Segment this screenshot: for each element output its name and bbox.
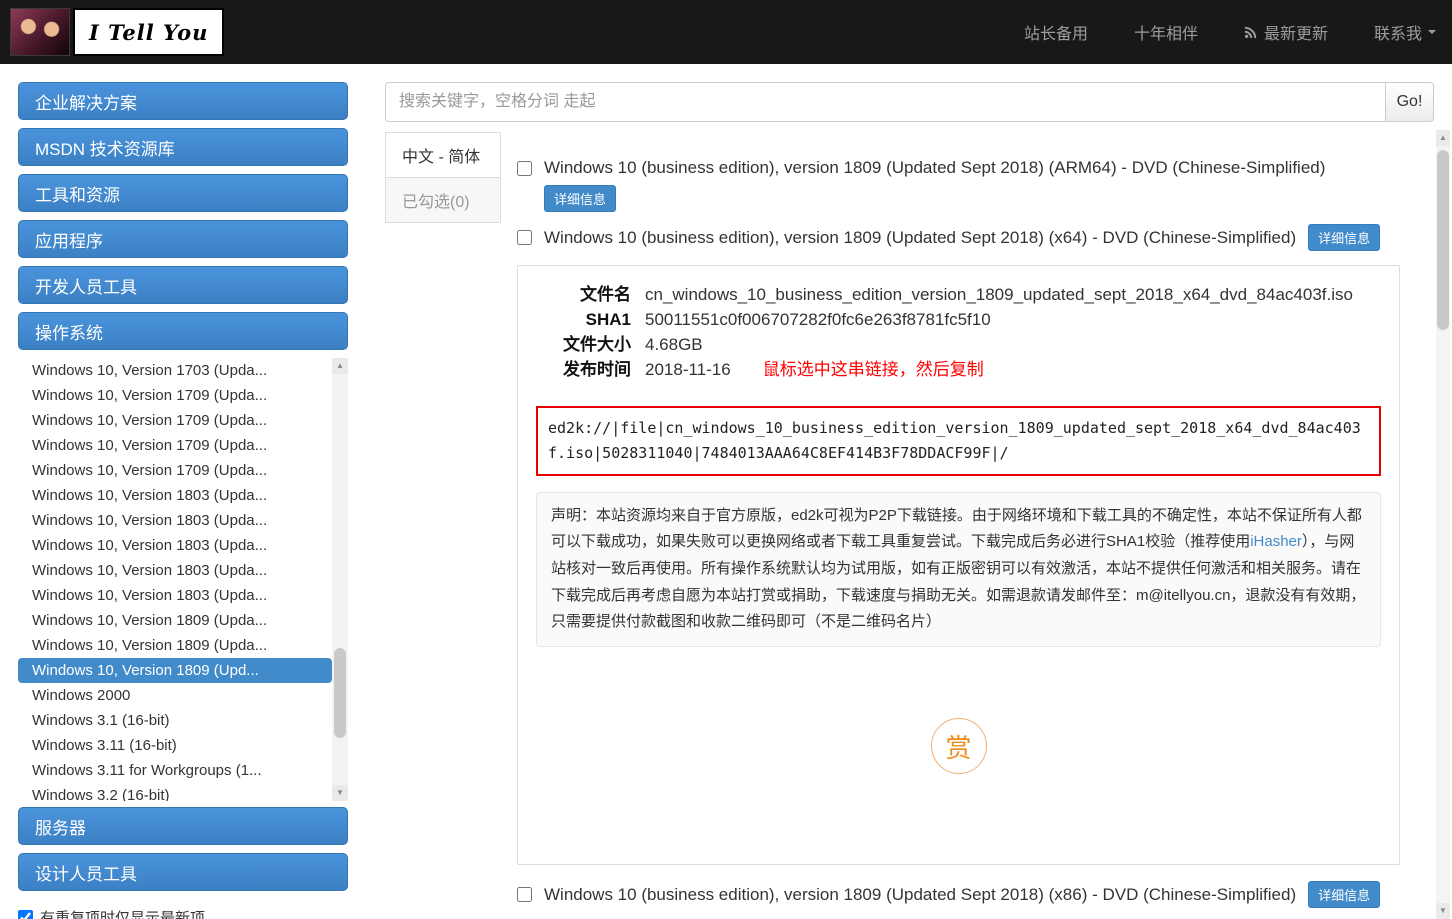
search-bar: Go! bbox=[385, 82, 1434, 122]
copy-hint-text: 鼠标选中这串链接，然后复制 bbox=[763, 357, 984, 382]
os-list-item[interactable]: Windows 10, Version 1709 (Upda... bbox=[18, 433, 332, 458]
os-list-item[interactable]: Windows 3.1 (16-bit) bbox=[18, 708, 332, 733]
os-list-item[interactable]: Windows 10, Version 1709 (Upda... bbox=[18, 408, 332, 433]
result-row-x86: Windows 10 (business edition), version 1… bbox=[517, 881, 1434, 908]
result-row-x64: Windows 10 (business edition), version 1… bbox=[517, 224, 1434, 251]
dedup-filter[interactable]: 有重复项时仅显示最新项 bbox=[18, 907, 348, 919]
sidebar-item-developer-tools[interactable]: 开发人员工具 bbox=[18, 266, 348, 304]
sidebar-item-enterprise-solutions[interactable]: 企业解决方案 bbox=[18, 82, 348, 120]
page-scrollbar[interactable]: ▲ ▼ bbox=[1436, 130, 1450, 919]
os-list-item[interactable]: Windows 10, Version 1803 (Upda... bbox=[18, 508, 332, 533]
content-row: 中文 - 简体 已勾选(0) Windows 10 (business edit… bbox=[385, 132, 1434, 908]
os-list-item[interactable]: Windows 10, Version 1703 (Upda... bbox=[18, 358, 332, 383]
field-value: cn_windows_10_business_edition_version_1… bbox=[645, 282, 1353, 307]
ihasher-link[interactable]: iHasher bbox=[1250, 533, 1302, 550]
nav-link-webmaster-backup[interactable]: 站长备用 bbox=[1024, 20, 1088, 44]
field-label: 文件名 bbox=[536, 282, 631, 307]
sidebar-item-servers[interactable]: 服务器 bbox=[18, 807, 348, 845]
nav-links: 站长备用 十年相伴 最新更新 联系我 bbox=[1024, 0, 1436, 64]
result-checkbox[interactable] bbox=[517, 161, 532, 176]
result-title: Windows 10 (business edition), version 1… bbox=[544, 228, 1296, 248]
main-content: Go! 中文 - 简体 已勾选(0) Windows 10 (business … bbox=[385, 82, 1434, 908]
os-version-list: Windows 10, Version 1703 (Upda... Window… bbox=[18, 358, 348, 801]
sidebar-item-applications[interactable]: 应用程序 bbox=[18, 220, 348, 258]
sidebar-item-tools-resources[interactable]: 工具和资源 bbox=[18, 174, 348, 212]
scroll-up-arrow-icon[interactable]: ▲ bbox=[1436, 130, 1450, 146]
search-input[interactable] bbox=[385, 82, 1386, 122]
search-go-button[interactable]: Go! bbox=[1386, 82, 1434, 122]
details-button[interactable]: 详细信息 bbox=[1308, 224, 1380, 251]
page-scrollbar-thumb[interactable] bbox=[1437, 150, 1449, 330]
os-list-item[interactable]: Windows 10, Version 1803 (Upda... bbox=[18, 533, 332, 558]
disclaimer-text: 声明：本站资源均来自于官方原版，ed2k可视为P2P下载链接。由于网络环境和下载… bbox=[551, 507, 1362, 551]
field-label: 发布时间 bbox=[536, 357, 631, 382]
caret-down-icon bbox=[1428, 30, 1436, 34]
result-title: Windows 10 (business edition), version 1… bbox=[544, 885, 1296, 905]
tab-chinese-simplified[interactable]: 中文 - 简体 bbox=[385, 132, 501, 178]
dedup-checkbox[interactable] bbox=[18, 910, 33, 919]
sidebar-item-msdn-library[interactable]: MSDN 技术资源库 bbox=[18, 128, 348, 166]
disclaimer-box: 声明：本站资源均来自于官方原版，ed2k可视为P2P下载链接。由于网络环境和下载… bbox=[536, 492, 1381, 647]
scroll-down-arrow-icon[interactable]: ▼ bbox=[1436, 903, 1450, 919]
scroll-down-arrow-icon[interactable]: ▼ bbox=[332, 785, 348, 801]
detail-panel: 文件名 cn_windows_10_business_edition_versi… bbox=[517, 265, 1400, 865]
top-navbar: I Tell You 站长备用 十年相伴 最新更新 联系我 bbox=[0, 0, 1452, 64]
os-list-item[interactable]: Windows 3.11 (16-bit) bbox=[18, 733, 332, 758]
nav-link-ten-years[interactable]: 十年相伴 bbox=[1134, 20, 1198, 44]
field-value: 4.68GB bbox=[645, 332, 703, 357]
os-list-item[interactable]: Windows 3.11 for Workgroups (1... bbox=[18, 758, 332, 783]
language-tabs: 中文 - 简体 已勾选(0) bbox=[385, 132, 501, 223]
details-button[interactable]: 详细信息 bbox=[1308, 881, 1380, 908]
brand[interactable]: I Tell You bbox=[10, 8, 224, 56]
field-label: 文件大小 bbox=[536, 332, 631, 357]
rss-icon bbox=[1244, 25, 1258, 39]
os-list-item[interactable]: Windows 10, Version 1709 (Upda... bbox=[18, 458, 332, 483]
field-value: 2018-11-16 bbox=[645, 357, 731, 382]
nav-link-contact-me-label: 联系我 bbox=[1374, 20, 1422, 44]
os-list-item[interactable]: Windows 10, Version 1803 (Upda... bbox=[18, 483, 332, 508]
ed2k-link-box[interactable]: ed2k://|file|cn_windows_10_business_edit… bbox=[536, 406, 1381, 476]
os-list-item[interactable]: Windows 3.2 (16-bit) bbox=[18, 783, 332, 801]
details-button[interactable]: 详细信息 bbox=[544, 185, 616, 212]
field-filename: 文件名 cn_windows_10_business_edition_versi… bbox=[536, 282, 1381, 307]
sidebar: 企业解决方案 MSDN 技术资源库 工具和资源 应用程序 开发人员工具 操作系统… bbox=[18, 82, 348, 919]
os-list-scrollbar-thumb[interactable] bbox=[334, 648, 346, 738]
field-value: 50011551c0f006707282f0fc6e263f8781fc5f10 bbox=[645, 307, 991, 332]
scroll-up-arrow-icon[interactable]: ▲ bbox=[332, 358, 348, 374]
os-list-item[interactable]: Windows 10, Version 1809 (Upda... bbox=[18, 633, 332, 658]
field-filesize: 文件大小 4.68GB bbox=[536, 332, 1381, 357]
donate-button[interactable]: 赏 bbox=[931, 718, 987, 774]
result-checkbox[interactable] bbox=[517, 887, 532, 902]
results-list: Windows 10 (business edition), version 1… bbox=[517, 132, 1434, 908]
result-arm64-actions: 详细信息 bbox=[544, 185, 1434, 212]
field-release-date: 发布时间 2018-11-16 鼠标选中这串链接，然后复制 bbox=[536, 357, 1381, 382]
brand-text: I Tell You bbox=[89, 20, 208, 45]
sidebar-item-designer-tools[interactable]: 设计人员工具 bbox=[18, 853, 348, 891]
ed2k-link[interactable]: ed2k://|file|cn_windows_10_business_edit… bbox=[548, 416, 1369, 466]
nav-link-latest-updates-label: 最新更新 bbox=[1264, 20, 1328, 44]
nav-link-contact-me[interactable]: 联系我 bbox=[1374, 20, 1436, 44]
os-list-item[interactable]: Windows 2000 bbox=[18, 683, 332, 708]
sidebar-item-operating-systems[interactable]: 操作系统 bbox=[18, 312, 348, 350]
result-title: Windows 10 (business edition), version 1… bbox=[544, 158, 1325, 178]
logo-image[interactable] bbox=[10, 8, 70, 56]
nav-link-latest-updates[interactable]: 最新更新 bbox=[1244, 20, 1328, 44]
os-list-item[interactable]: Windows 10, Version 1803 (Upda... bbox=[18, 558, 332, 583]
brand-link[interactable]: I Tell You bbox=[73, 8, 224, 56]
field-sha1: SHA1 50011551c0f006707282f0fc6e263f8781f… bbox=[536, 307, 1381, 332]
tab-checked-items[interactable]: 已勾选(0) bbox=[385, 178, 501, 223]
os-list-item[interactable]: Windows 10, Version 1709 (Upda... bbox=[18, 383, 332, 408]
os-version-items: Windows 10, Version 1703 (Upda... Window… bbox=[18, 358, 332, 801]
page-root: I Tell You 站长备用 十年相伴 最新更新 联系我 bbox=[0, 0, 1452, 919]
field-label: SHA1 bbox=[536, 307, 631, 332]
result-row-arm64: Windows 10 (business edition), version 1… bbox=[517, 158, 1434, 178]
result-checkbox[interactable] bbox=[517, 230, 532, 245]
os-list-scrollbar[interactable]: ▲ ▼ bbox=[332, 358, 348, 801]
os-list-item[interactable]: Windows 10, Version 1809 (Upda... bbox=[18, 608, 332, 633]
os-list-item[interactable]: Windows 10, Version 1803 (Upda... bbox=[18, 583, 332, 608]
os-list-item-selected[interactable]: Windows 10, Version 1809 (Upd... bbox=[18, 658, 332, 683]
dedup-label: 有重复项时仅显示最新项 bbox=[40, 907, 205, 919]
